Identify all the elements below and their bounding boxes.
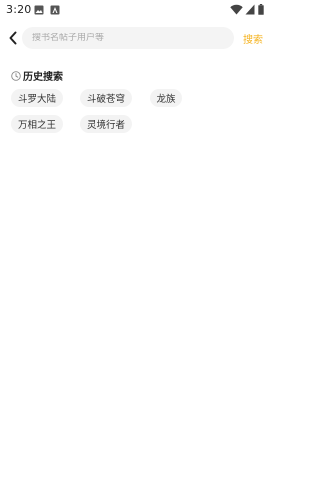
wifi-icon: [230, 4, 243, 15]
status-bar: 3:20: [0, 0, 270, 20]
battery-icon: [258, 4, 264, 15]
image-notification-icon: [34, 5, 44, 15]
history-title: 历史搜索: [23, 72, 63, 83]
status-time: 3:20: [6, 3, 32, 16]
history-tag[interactable]: 龙族: [150, 89, 182, 107]
app-notification-icon: [50, 5, 60, 15]
search-bar: 搜索: [0, 26, 270, 52]
history-tag[interactable]: 万相之王: [11, 115, 63, 133]
search-button[interactable]: 搜索: [243, 31, 263, 46]
history-tag[interactable]: 灵境行者: [80, 115, 132, 133]
cellular-signal-icon: [245, 4, 255, 15]
history-header: 历史搜索: [11, 68, 63, 83]
history-tag[interactable]: 斗破苍穹: [80, 89, 132, 107]
search-box[interactable]: [22, 27, 234, 49]
back-button[interactable]: [4, 26, 22, 50]
clock-icon: [11, 70, 21, 81]
chevron-left-icon: [9, 31, 17, 45]
history-tag[interactable]: 斗罗大陆: [11, 89, 63, 107]
search-input[interactable]: [32, 33, 228, 43]
